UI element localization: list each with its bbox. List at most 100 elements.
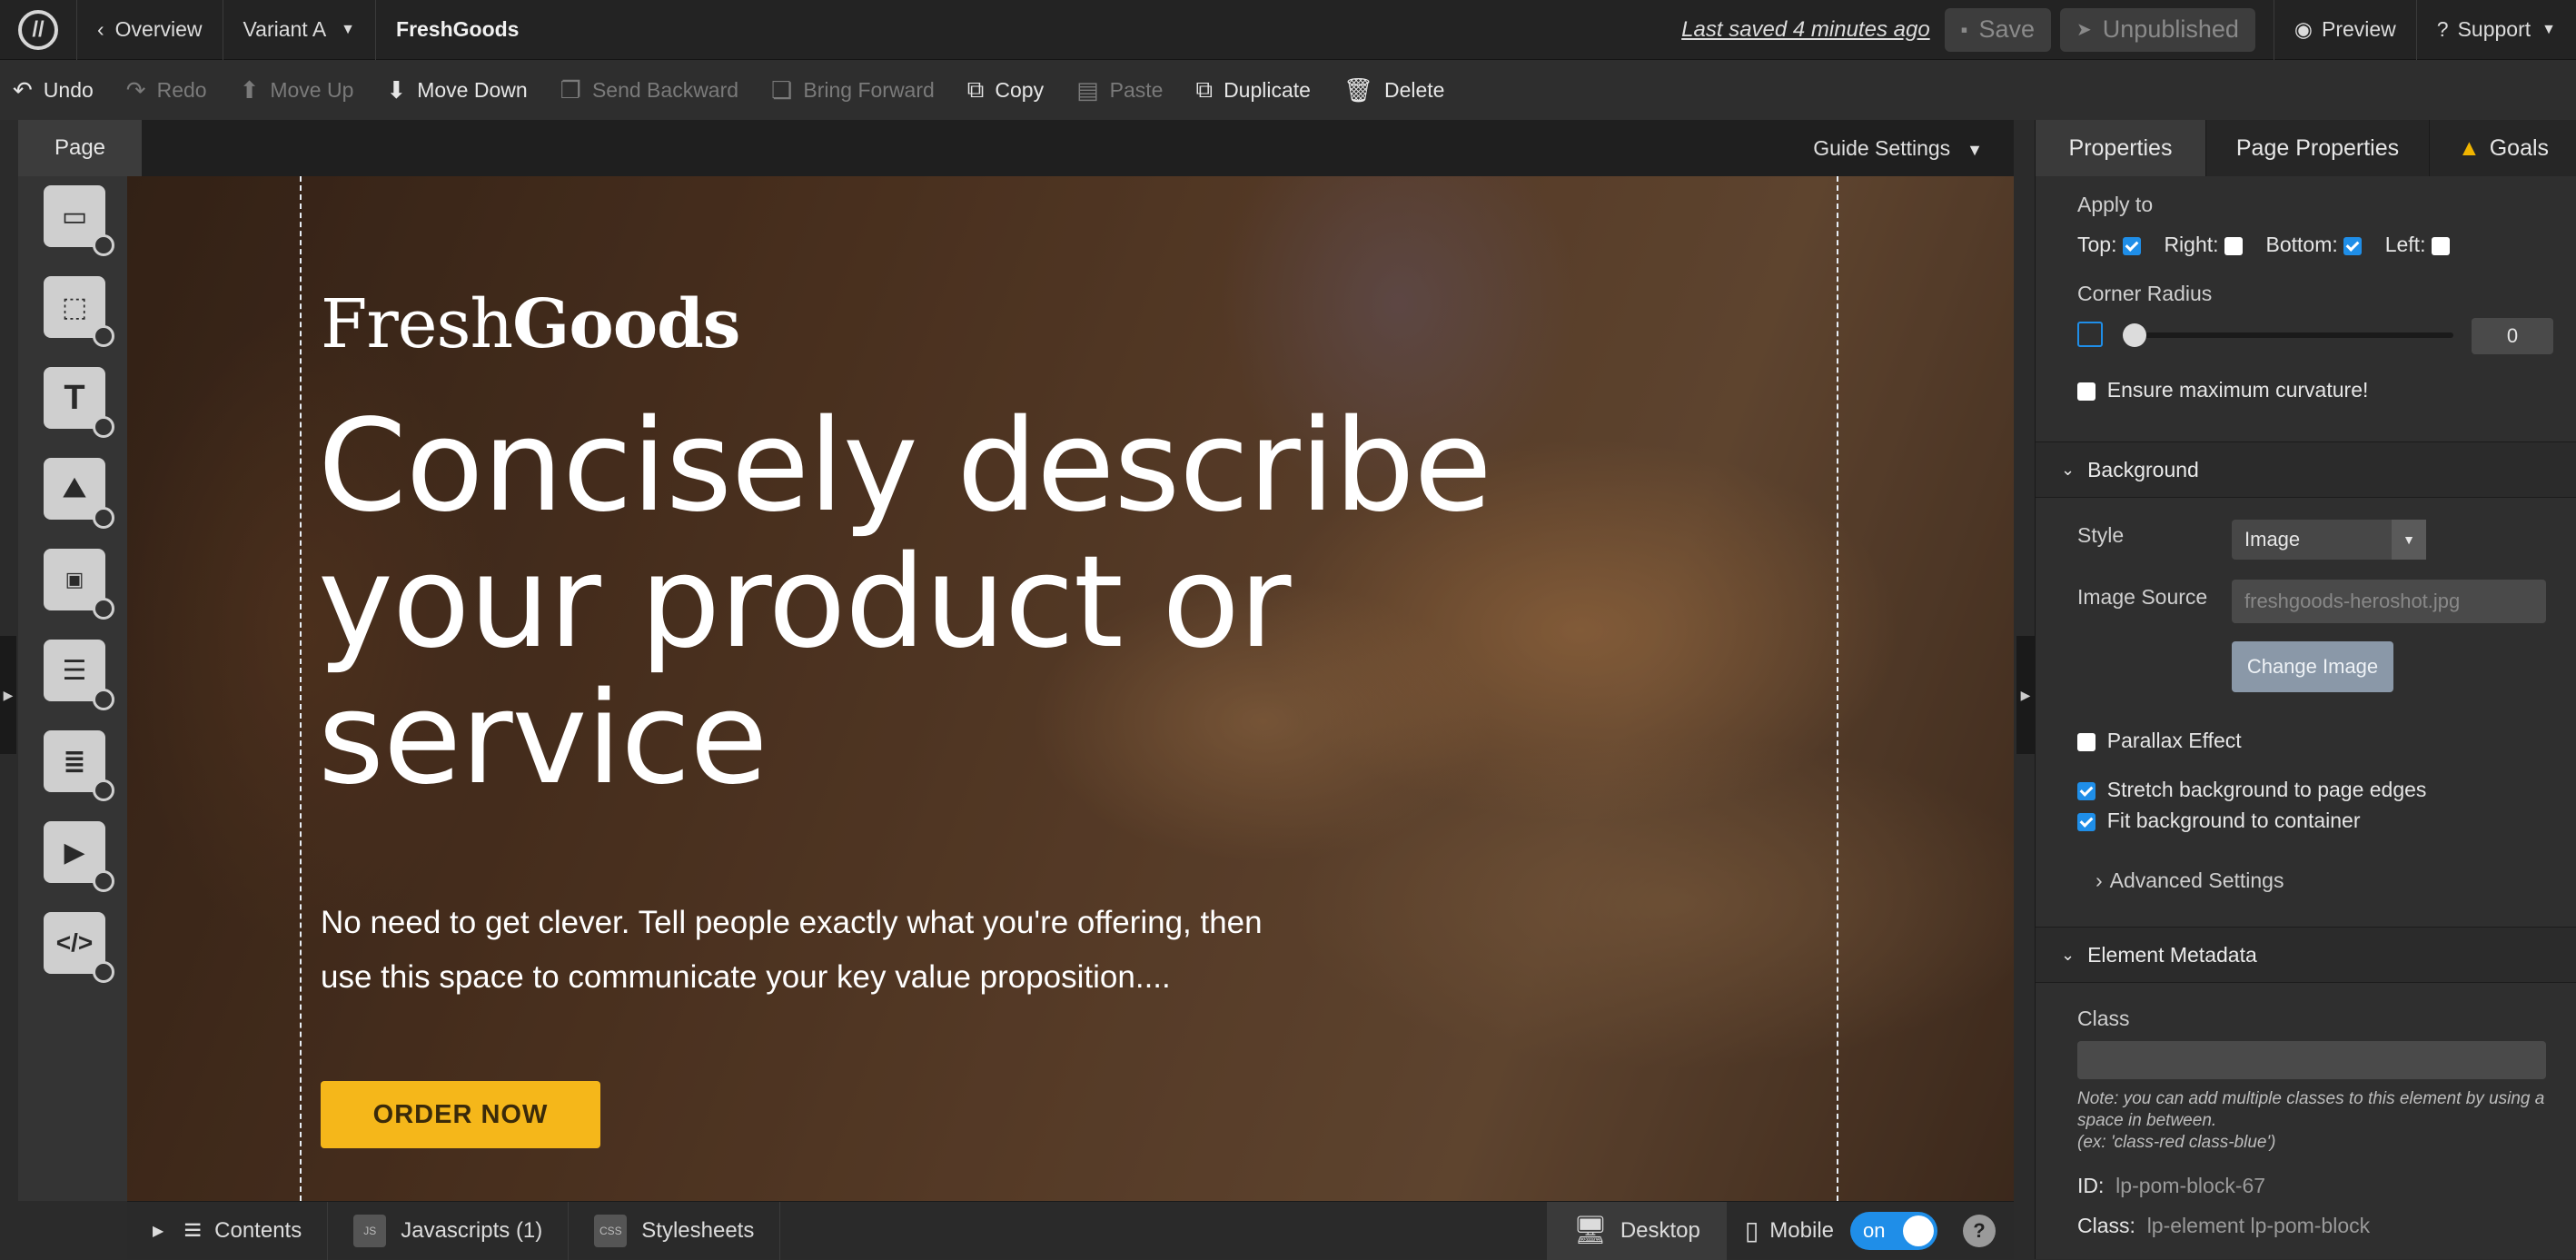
image-icon: ⛰ (63, 473, 86, 503)
stylesheets-button[interactable]: CSS Stylesheets (569, 1201, 781, 1260)
app-logo[interactable]: // (0, 0, 76, 60)
class-note: Note: you can add multiple classes to th… (2077, 1089, 2545, 1152)
button-widget[interactable]: ▣ (44, 549, 114, 620)
parallax-checkbox[interactable] (2077, 732, 2095, 751)
eye-icon: ◉ (2294, 17, 2313, 41)
style-select[interactable]: Image ▼ (2232, 520, 2426, 560)
mobile-toggle[interactable]: on (1850, 1211, 1937, 1250)
last-saved-link[interactable]: Last saved 4 minutes ago (1681, 17, 1930, 43)
left-checkbox[interactable] (2431, 236, 2450, 255)
caret-right-icon: ▶ (153, 1223, 164, 1239)
redo-button[interactable]: ↷ Redo (126, 76, 207, 104)
widget-corner-icon (93, 325, 114, 347)
bring-forward-button[interactable]: ❏ Bring Forward (771, 76, 935, 104)
panel-collapse-handle[interactable]: ▶ (2016, 636, 2035, 754)
paste-button[interactable]: ▤ Paste (1076, 76, 1163, 104)
left-content-guide (300, 176, 302, 1201)
video-widget[interactable]: ▶ (44, 821, 114, 892)
widget-corner-icon (93, 689, 114, 710)
javascripts-button[interactable]: JS Javascripts (1) (328, 1201, 570, 1260)
image-widget[interactable]: ⛰ (44, 458, 114, 529)
section-icon: ▭ (61, 201, 88, 232)
widget-corner-icon (93, 870, 114, 892)
chevron-right-icon: › (2095, 868, 2103, 892)
box-widget[interactable]: ⬚ (44, 276, 114, 347)
tab-properties[interactable]: Properties (2036, 120, 2206, 176)
parallax-option: Parallax Effect (2077, 729, 2242, 753)
contents-button[interactable]: ▶ ≡ Contents (127, 1201, 329, 1260)
class-input[interactable] (2077, 1041, 2546, 1079)
fit-checkbox[interactable] (2077, 812, 2095, 831)
move-down-button[interactable]: ⬇ Move Down (386, 76, 527, 104)
widget-rail: ▭ ⬚ T ⛰ ▣ ☰ ≣ ▶ </> (18, 176, 127, 1201)
top-bar: // ‹ Overview Variant A ▼ FreshGoods Last … (0, 0, 2576, 60)
text-widget[interactable]: T (44, 367, 114, 438)
style-label: Style (2077, 523, 2125, 547)
tab-page-properties[interactable]: Page Properties (2206, 120, 2430, 176)
redo-icon: ↷ (125, 75, 146, 104)
top-checkbox[interactable] (2122, 236, 2141, 255)
page-canvas[interactable]: FreshGoods Concisely describe your produ… (127, 176, 2014, 1201)
panel-tabs: Properties Page Properties ▲ Goals (2036, 120, 2576, 176)
unpublished-button[interactable]: ➤ Unpublished (2060, 7, 2255, 52)
chevron-down-icon: ⌄ (2061, 945, 2076, 964)
tab-goals[interactable]: ▲ Goals (2430, 120, 2576, 176)
help-circle-icon: ? (2436, 17, 2449, 41)
metadata-section-header[interactable]: ⌄ Element Metadata (2036, 927, 2576, 983)
box-icon: ⬚ (61, 292, 88, 322)
help-icon[interactable]: ? (1963, 1214, 1996, 1247)
corner-radius-input[interactable]: 0 (2472, 318, 2553, 354)
background-section-header[interactable]: ⌄ Background (2036, 441, 2576, 498)
css-file-icon: CSS (594, 1214, 628, 1247)
send-icon: ➤ (2076, 20, 2092, 40)
duplicate-button[interactable]: ⧉ Duplicate (1195, 75, 1310, 104)
max-curvature-checkbox[interactable] (2077, 382, 2095, 401)
image-source-input[interactable]: freshgoods-heroshot.jpg (2232, 580, 2546, 623)
save-button[interactable]: ▪ Save (1944, 7, 2052, 52)
preview-button[interactable]: ◉ Preview (2273, 0, 2416, 60)
widget-corner-icon (93, 416, 114, 438)
page-tab[interactable]: Page (18, 120, 142, 176)
corner-radius-slider[interactable] (2126, 332, 2453, 338)
duplicate-icon: ⧉ (1195, 75, 1214, 103)
apply-to-options: Top: Right: Bottom: Left: (2077, 233, 2450, 257)
support-dropdown[interactable]: ? Support ▼ (2415, 0, 2576, 60)
variant-dropdown[interactable]: Variant A ▼ (222, 0, 375, 60)
slider-handle[interactable] (2123, 323, 2146, 347)
element-class: Class: lp-element lp-pom-block (2077, 1214, 2371, 1237)
desktop-view-button[interactable]: 🖥 Desktop (1546, 1201, 1727, 1260)
bottom-bar: ▶ ≡ Contents JS Javascripts (1) CSS Styleshe… (127, 1201, 2014, 1260)
undo-button[interactable]: ↶ Undo (13, 76, 94, 104)
list-widget[interactable]: ≣ (44, 730, 114, 801)
section-widget[interactable]: ▭ (44, 185, 114, 256)
advanced-settings-toggle[interactable]: › Advanced Settings (2095, 868, 2284, 893)
device-switcher: 🖥 Desktop ▯ Mobile on ? (1546, 1201, 2014, 1260)
right-checkbox[interactable] (2224, 236, 2243, 255)
overview-link[interactable]: ‹ Overview (76, 0, 223, 60)
button-icon: ▣ (64, 568, 84, 590)
hero-headline[interactable]: Concisely describe your product or servi… (318, 399, 1680, 808)
right-content-guide (1837, 176, 1838, 1201)
order-now-button[interactable]: ORDER NOW (321, 1081, 600, 1148)
guide-settings-dropdown[interactable]: Guide Settings ▼ (1813, 136, 1983, 161)
delete-button[interactable]: 🗑 Delete (1343, 76, 1445, 104)
copy-button[interactable]: ⧉ Copy (967, 75, 1044, 104)
hero-subcopy[interactable]: No need to get clever. Tell people exact… (321, 896, 1320, 1005)
rail-collapse-handle[interactable]: ▶ (0, 636, 16, 754)
stretch-checkbox[interactable] (2077, 781, 2095, 800)
copy-icon: ⧉ (966, 75, 985, 103)
widget-corner-icon (93, 598, 114, 620)
brand-logo[interactable]: FreshGoods (321, 285, 740, 363)
caret-down-icon: ▼ (2392, 520, 2426, 560)
image-source-label: Image Source (2077, 585, 2208, 609)
custom-html-widget[interactable]: </> (44, 912, 114, 983)
bottom-checkbox[interactable] (2343, 236, 2363, 255)
caret-down-icon: ▼ (2541, 21, 2556, 37)
change-image-button[interactable]: Change Image (2232, 641, 2393, 692)
caret-right-icon: ▶ (2020, 687, 2031, 702)
form-widget[interactable]: ☰ (44, 640, 114, 710)
move-up-button[interactable]: ⬆ Move Up (240, 76, 354, 104)
send-backward-button[interactable]: ❐ Send Backward (560, 76, 738, 104)
caret-down-icon: ▼ (341, 21, 356, 37)
corner-radius-icon (2077, 322, 2103, 347)
